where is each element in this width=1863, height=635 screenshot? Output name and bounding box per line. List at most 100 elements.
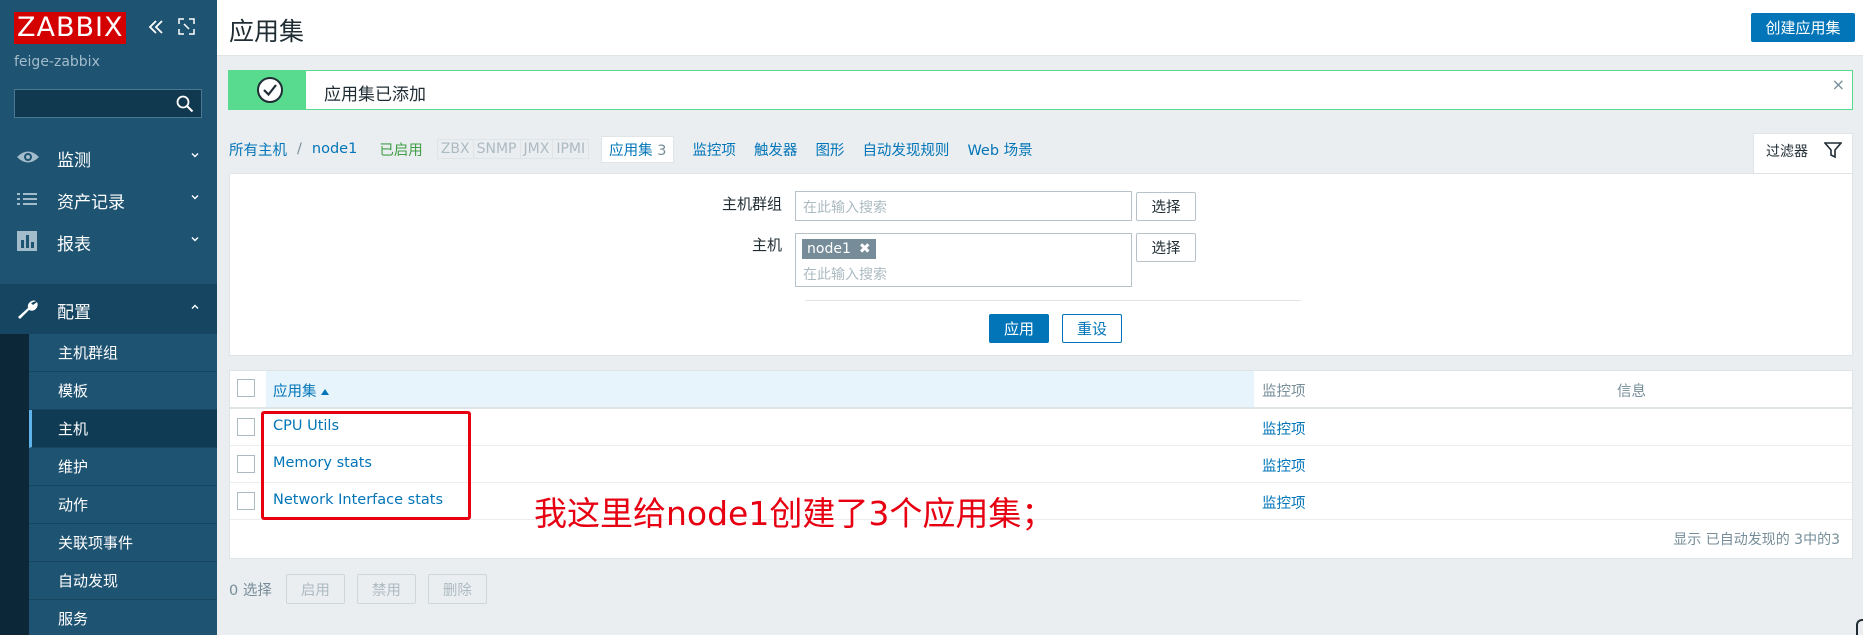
server-name: feige-zabbix [14,54,100,70]
delete-button[interactable]: 删除 [427,574,487,604]
filter-toggle[interactable]: 过滤器 [1753,133,1853,173]
availability-badges: ZBX SNMP JMX IPMI [436,139,590,159]
sidebar-item-event-correlation[interactable]: 关联项事件 [29,524,217,562]
tab-applications-count: 3 [657,142,667,159]
sidebar-item-maintenance[interactable]: 维护 [29,448,217,486]
tab-discovery-rules[interactable]: 自动发现规则 [862,139,949,160]
menu-item-reports[interactable]: 报表 [0,216,217,266]
host-group-select-button[interactable]: 选择 [1136,192,1196,221]
apply-filter-button[interactable]: 应用 [989,314,1049,343]
row-checkbox[interactable] [237,492,255,510]
main-content: 应用集 创建应用集 应用集已添加 × 所有主机 / node1 已启用 ZBX … [217,0,1863,635]
filter-divider [805,300,1301,301]
search-icon[interactable] [176,95,194,113]
sidebar-search-input[interactable] [14,89,202,118]
menu-item-configuration[interactable]: 配置 [0,284,217,334]
logo-row: ZABBIX [14,12,127,44]
host-group-input[interactable]: 在此输入搜索 [795,191,1132,221]
kiosk-mode-icon[interactable] [178,18,195,35]
filter-icon [1824,142,1842,159]
host-placeholder: 在此输入搜索 [803,267,887,283]
tab-graphs[interactable]: 图形 [815,139,844,160]
success-message: 应用集已添加 × [228,70,1853,110]
wrench-icon [18,300,38,319]
column-header-items: 监控项 [1262,384,1306,400]
eye-icon [17,151,39,163]
enable-button[interactable]: 启用 [285,574,345,604]
filter-tab-label: 过滤器 [1766,144,1808,160]
row-checkbox[interactable] [237,418,255,436]
sidebar-item-services[interactable]: 服务 [29,600,217,635]
chevron-down-icon [191,153,199,158]
row-checkbox[interactable] [237,455,255,473]
column-header-application[interactable]: 应用集 [273,380,329,401]
host-tag: node1 ✖ [802,239,876,259]
column-header-info: 信息 [1617,384,1646,400]
close-icon[interactable]: × [1832,75,1845,94]
badge-snmp: SNMP [474,140,521,158]
menu-label-configuration: 配置 [57,303,91,323]
column-header-application-label: 应用集 [273,384,317,400]
corner-mark [1856,619,1863,635]
host-label: 主机 [751,236,782,254]
host-tag-label: node1 [807,241,851,257]
remove-tag-icon[interactable]: ✖ [859,241,871,257]
sidebar-item-host-groups[interactable]: 主机群组 [29,334,217,372]
host-multiselect[interactable]: node1 ✖ 在此输入搜索 [795,233,1132,287]
chevron-down-icon [191,237,199,242]
sidebar-item-hosts[interactable]: 主机 [29,410,217,448]
breadcrumb-all-hosts[interactable]: 所有主机 [229,139,287,160]
table-stats: 显示 已自动发现的 3中的3 [1673,532,1840,548]
items-link[interactable]: 监控项 [1262,455,1306,476]
badge-ipmi: IPMI [556,141,586,157]
badge-jmx: JMX [521,140,554,158]
breadcrumb-host[interactable]: node1 [312,141,357,157]
sort-asc-icon [320,389,329,395]
bar-chart-icon [17,231,37,251]
badge-zbx: ZBX [438,140,474,158]
tab-triggers[interactable]: 触发器 [754,139,798,160]
host-select-button[interactable]: 选择 [1136,233,1196,262]
chevron-up-icon [191,304,199,309]
tab-applications-label: 应用集 [609,142,653,159]
table-row: CPU Utils 监控项 [230,409,1852,446]
host-status[interactable]: 已启用 [379,139,423,160]
sidebar: ZABBIX feige-zabbix 监测 资产记录 报表 配置 主机群组 模… [0,0,217,635]
list-icon [17,193,37,205]
table-header: 应用集 监控项 信息 [230,371,1852,409]
breadcrumb-separator: / [297,141,302,157]
reset-filter-button[interactable]: 重设 [1062,314,1122,343]
host-group-label: 主机群组 [721,195,782,213]
items-link[interactable]: 监控项 [1262,418,1306,439]
menu-label-reports: 报表 [57,235,91,255]
zabbix-logo[interactable]: ZABBIX [14,12,127,44]
table-row: Memory stats 监控项 [230,446,1852,483]
tab-items[interactable]: 监控项 [692,139,736,160]
select-all-checkbox[interactable] [237,379,255,397]
collapse-sidebar-icon[interactable] [147,18,165,36]
disable-button[interactable]: 禁用 [356,574,416,604]
success-icon-box [228,70,306,110]
create-application-button[interactable]: 创建应用集 [1751,13,1855,42]
check-circle-icon [257,77,283,103]
tab-web-scenarios[interactable]: Web 场景 [967,139,1032,160]
menu-label-monitoring: 监测 [57,151,91,171]
host-group-placeholder: 在此输入搜索 [803,200,887,216]
items-link[interactable]: 监控项 [1262,492,1306,513]
sidebar-item-actions[interactable]: 动作 [29,486,217,524]
mass-actions-bar: 0 选择 启用 禁用 删除 [229,574,499,604]
sorted-column-bg [266,371,1254,407]
page-title: 应用集 [229,17,305,46]
menu-label-inventory: 资产记录 [57,193,125,213]
sidebar-item-discovery[interactable]: 自动发现 [29,562,217,600]
tab-applications: 应用集 3 [601,135,675,163]
selected-count: 0 选择 [229,582,272,599]
page-header: 应用集 创建应用集 [217,0,1863,56]
configuration-submenu: 主机群组 模板 主机 维护 动作 关联项事件 自动发现 服务 [0,334,217,635]
host-breadcrumb-nav: 所有主机 / node1 已启用 ZBX SNMP JMX IPMI 应用集 3… [229,135,1033,163]
annotation-text: 我这里给node1创建了3个应用集； [534,494,1055,533]
sidebar-item-templates[interactable]: 模板 [29,372,217,410]
message-text: 应用集已添加 [324,85,426,105]
filter-panel: 主机群组 在此输入搜索 选择 主机 node1 ✖ 在此输入搜索 选择 应用 重… [229,173,1853,356]
chevron-down-icon [191,195,199,200]
